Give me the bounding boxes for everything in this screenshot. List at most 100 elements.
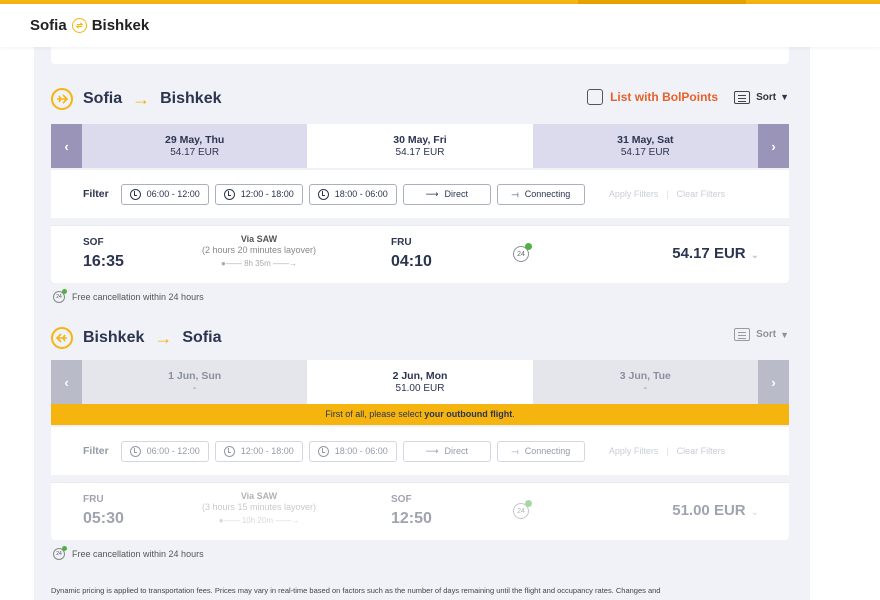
sort-button[interactable]: Sort: [756, 329, 776, 340]
arrival-code: SOF: [391, 494, 412, 505]
duration-line: ●—— 8h 35m ——→: [221, 259, 297, 268]
filter-night-button[interactable]: 18:00 - 06:00: [308, 183, 397, 205]
next-date-button[interactable]: ›: [757, 124, 789, 168]
filter-text: 06:00 - 12:00: [146, 189, 200, 199]
chevron-down-icon: ⌄: [750, 250, 759, 261]
layover-text: (2 hours 20 minutes layover): [201, 245, 317, 255]
select-outbound-notice: First of all, please select your outboun…: [51, 404, 789, 425]
inbound-controls: Sort ▼: [734, 328, 789, 341]
departure-time: 16:35: [83, 253, 124, 270]
layover-info: Via SAW (2 hours 20 minutes layover) ●——…: [184, 234, 334, 268]
sort-button[interactable]: Sort: [756, 92, 776, 103]
filter-morning-button[interactable]: 06:00 - 12:00: [120, 440, 209, 462]
inbound-destination: Sofia: [182, 329, 222, 346]
date-price: 54.17 EUR: [170, 147, 220, 158]
plane-return-icon: [51, 327, 73, 349]
arrow-right-icon: ⟶: [425, 188, 439, 199]
clock-icon: [317, 188, 329, 200]
cancellation-text: Free cancellation within 24 hours: [72, 292, 204, 302]
outbound-date-bar: ‹ 29 May, Thu 54.17 EUR 30 May, Fri 54.1…: [51, 124, 789, 168]
date-option-selected[interactable]: 2 Jun, Mon 51.00 EUR: [307, 360, 533, 404]
clock-icon: [223, 188, 235, 200]
filter-connecting-button[interactable]: ⟞ Connecting: [496, 440, 585, 462]
bolpoints-checkbox[interactable]: [587, 89, 604, 105]
cancellation-text: Free cancellation within 24 hours: [72, 549, 204, 559]
outbound-flight-card[interactable]: SOF 16:35 Via SAW (2 hours 20 minutes la…: [51, 225, 789, 283]
prev-date-button[interactable]: ‹: [51, 360, 82, 404]
swap-icon[interactable]: [71, 18, 87, 33]
clock-icon: [317, 445, 329, 457]
arrow-right-icon: →: [154, 327, 173, 348]
notice-text: First of all, please select: [325, 409, 425, 419]
divider: |: [666, 446, 669, 456]
next-date-button[interactable]: ›: [757, 360, 789, 404]
page-header: Sofia Bishkek: [0, 4, 880, 47]
inbound-flight-card[interactable]: FRU 05:30 Via SAW (3 hours 15 minutes la…: [51, 482, 789, 540]
notice-bold-text: your outbound flight: [424, 409, 513, 419]
via-text: Via SAW: [240, 491, 278, 501]
outbound-cancellation: 24 Free cancellation within 24 hours: [53, 289, 204, 303]
apply-filters-button[interactable]: Apply Filters: [609, 446, 659, 456]
filter-morning-button[interactable]: 06:00 - 12:00: [120, 183, 209, 205]
flight-price[interactable]: 54.17 EUR ⌄: [672, 245, 759, 262]
date-option[interactable]: 1 Jun, Sun -: [82, 360, 308, 404]
date-price: 54.17 EUR: [620, 147, 670, 158]
price-text: 54.17 EUR: [672, 245, 746, 262]
outbound-controls: List with BolPoints Sort ▼: [587, 89, 789, 105]
sort-icon[interactable]: [734, 328, 751, 341]
filter-text: Connecting: [524, 446, 571, 456]
apply-filters-button[interactable]: Apply Filters: [609, 189, 659, 199]
filter-afternoon-button[interactable]: 12:00 - 18:00: [214, 183, 303, 205]
filter-label: Filter: [83, 188, 109, 200]
prev-date-button[interactable]: ‹: [51, 124, 82, 168]
bolpoints-label[interactable]: List with BolPoints: [610, 90, 718, 104]
inbound-header: Bishkek → Sofia Sort ▼: [51, 325, 789, 351]
pricing-footnote: Dynamic pricing is applied to transporta…: [51, 586, 661, 595]
date-option[interactable]: 31 May, Sat 54.17 EUR: [532, 124, 758, 168]
inbound-cancellation: 24 Free cancellation within 24 hours: [53, 546, 204, 560]
inbound-date-bar: ‹ 1 Jun, Sun - 2 Jun, Mon 51.00 EUR 3 Ju…: [51, 360, 789, 404]
plane-outbound-icon: [51, 88, 73, 110]
departure-code: SOF: [83, 237, 104, 248]
date-price: 54.17 EUR: [395, 147, 445, 158]
filter-night-button[interactable]: 18:00 - 06:00: [308, 440, 397, 462]
date-label: 31 May, Sat: [617, 134, 674, 146]
date-label: 1 Jun, Sun: [168, 370, 222, 382]
clear-filters-button[interactable]: Clear Filters: [677, 446, 726, 456]
clear-filters-button[interactable]: Clear Filters: [677, 189, 726, 199]
filter-direct-button[interactable]: ⟶ Direct: [402, 183, 491, 205]
date-label: 30 May, Fri: [393, 134, 447, 146]
date-option-selected[interactable]: 30 May, Fri 54.17 EUR: [307, 124, 533, 168]
arrival-time: 12:50: [391, 510, 432, 527]
outbound-destination: Bishkek: [160, 90, 222, 107]
clock-icon: [223, 445, 235, 457]
inbound-origin: Bishkek: [83, 329, 145, 346]
filter-connecting-button[interactable]: ⟞ Connecting: [496, 183, 585, 205]
chevron-down-icon[interactable]: ▼: [780, 92, 789, 102]
date-option[interactable]: 3 Jun, Tue -: [532, 360, 758, 404]
departure-code: FRU: [83, 494, 104, 505]
duration-text: 8h 35m: [244, 259, 271, 268]
outbound-header: Sofia → Bishkek List with BolPoints Sort…: [51, 86, 789, 112]
filter-text: 12:00 - 18:00: [240, 446, 294, 456]
header-destination: Bishkek: [91, 17, 150, 34]
divider: |: [666, 189, 669, 199]
date-label: 3 Jun, Tue: [619, 370, 671, 382]
date-price: 51.00 EUR: [395, 383, 445, 394]
flight-price[interactable]: 51.00 EUR ⌄: [672, 502, 759, 519]
price-text: 51.00 EUR: [672, 502, 746, 519]
header-origin: Sofia: [30, 17, 67, 34]
date-option[interactable]: 29 May, Thu 54.17 EUR: [82, 124, 308, 168]
chevron-down-icon[interactable]: ▼: [780, 330, 789, 340]
filter-afternoon-button[interactable]: 12:00 - 18:00: [214, 440, 303, 462]
date-label: 29 May, Thu: [165, 134, 225, 146]
arrival-code: FRU: [391, 237, 412, 248]
arrow-right-icon: ⟶: [425, 445, 439, 456]
date-price: -: [192, 383, 197, 394]
clock-icon: [129, 188, 141, 200]
sort-icon[interactable]: [734, 90, 751, 104]
outbound-filter-bar: Filter 06:00 - 12:00 12:00 - 18:00 18:00…: [51, 170, 789, 218]
date-label: 2 Jun, Mon: [392, 370, 448, 382]
badge-text: 24: [517, 250, 525, 258]
filter-direct-button[interactable]: ⟶ Direct: [402, 440, 491, 462]
